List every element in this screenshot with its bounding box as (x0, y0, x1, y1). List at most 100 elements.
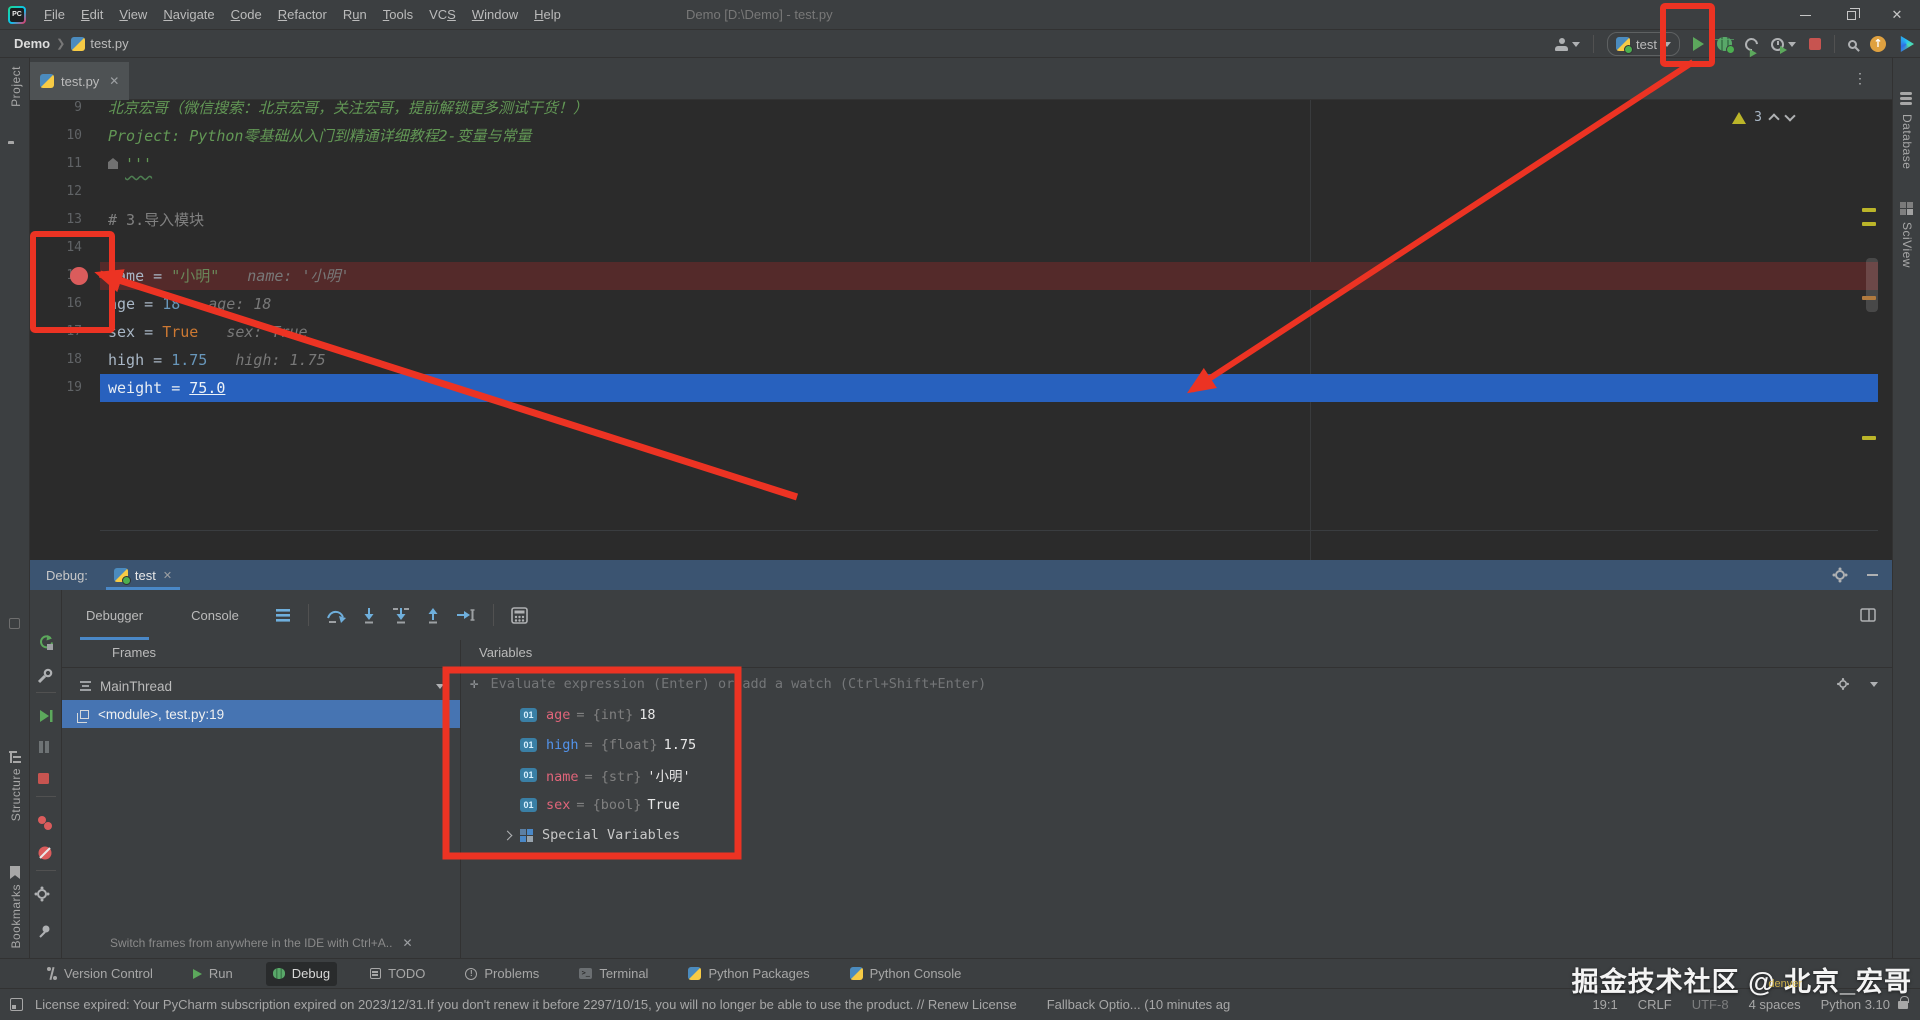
stop-button[interactable] (1809, 38, 1821, 50)
status-widget-python-3-10[interactable]: Python 3.10 (1821, 997, 1890, 1012)
status-widget-utf-8[interactable]: UTF-8 (1692, 997, 1729, 1012)
tab-debugger[interactable]: Debugger (80, 590, 150, 640)
layout-settings-icon[interactable] (275, 608, 291, 622)
evaluate-expression-row[interactable]: ✛ Evaluate expression (Enter) or add a w… (460, 668, 1892, 700)
settings-gear-icon[interactable] (37, 886, 47, 904)
line-number[interactable]: 17 (38, 318, 82, 346)
scrollbar-thumb[interactable] (1866, 258, 1878, 312)
breadcrumb-project[interactable]: Demo (14, 36, 50, 51)
toolwindow-button-debug[interactable]: Debug (265, 961, 338, 986)
toolwindow-button-version-control[interactable]: Version Control (40, 962, 160, 986)
chevron-right-icon[interactable] (502, 830, 512, 840)
tab-options-icon[interactable]: ⋮ (1853, 70, 1868, 87)
add-watch-icon[interactable]: ✛ (470, 676, 478, 692)
code-line-14[interactable]: 14 (30, 234, 1892, 262)
menu-help[interactable]: Help (534, 7, 561, 22)
database-icon[interactable] (1900, 92, 1912, 95)
code-editor[interactable]: 9 北京宏哥（微信搜索：北京宏哥，关注宏哥，提前解锁更多测试干货！） 10 Proje… (30, 100, 1892, 560)
license-message[interactable]: License expired: Your PyCharm subscripti… (35, 997, 1017, 1012)
rerun-button[interactable] (37, 634, 54, 651)
variable-row-special[interactable]: Special Variables (460, 820, 1892, 850)
stripe-project-label[interactable]: Project (9, 66, 23, 107)
pin-icon[interactable] (37, 924, 52, 939)
toolwindow-button-python-packages[interactable]: Python Packages (681, 962, 816, 986)
profile-button[interactable] (1555, 37, 1581, 51)
mute-breakpoints-button[interactable] (37, 845, 53, 861)
chevron-down-icon[interactable] (436, 683, 444, 693)
menu-vcs[interactable]: VCS (429, 7, 456, 22)
promo-icon[interactable] (1900, 36, 1914, 52)
line-number[interactable]: 9 (38, 100, 82, 122)
maximize-button[interactable] (1828, 0, 1874, 30)
code-line-13[interactable]: 13 # 3.导入模块 (30, 206, 1892, 234)
debug-button[interactable] (1715, 37, 1735, 54)
step-over-icon[interactable] (326, 607, 346, 624)
view-breakpoints-button[interactable] (37, 815, 53, 831)
hint-close-icon[interactable]: ✕ (402, 936, 412, 950)
code-line-10[interactable]: 10 Project: Python零基础从入门到精通详细教程2-变量与常量 (30, 122, 1892, 150)
code-line-15[interactable]: 15name = "小明"name: '小明' (30, 262, 1892, 290)
pause-button[interactable] (37, 740, 51, 754)
line-number[interactable]: 13 (38, 206, 82, 234)
step-out-icon[interactable] (424, 607, 442, 624)
run-with-coverage-button[interactable] (1742, 34, 1761, 54)
gear-icon[interactable] (1835, 570, 1845, 580)
run-config-selector[interactable]: test (1607, 32, 1680, 56)
menu-view[interactable]: View (119, 7, 147, 22)
toolwindow-button-problems[interactable]: ! Problems (458, 962, 546, 986)
status-widget-19-1[interactable]: 19:1 (1592, 997, 1617, 1012)
evaluate-expression-icon[interactable] (511, 606, 528, 624)
line-number[interactable]: 14 (38, 234, 82, 262)
debug-session-tab[interactable]: test ✕ (105, 560, 181, 590)
restore-layout-icon[interactable] (1860, 608, 1876, 622)
code-line-18[interactable]: 18 high = 1.75 high: 1.75 (30, 346, 1892, 374)
menu-edit[interactable]: Edit (81, 7, 103, 22)
toolwindow-button-todo[interactable]: TODO (363, 962, 432, 986)
prev-problem-icon[interactable] (1768, 113, 1780, 125)
bookmarks-icon[interactable] (10, 866, 20, 879)
line-number[interactable]: 19 (38, 374, 82, 402)
inspections-widget[interactable]: 3 (1732, 110, 1796, 125)
sciview-icon[interactable] (1900, 202, 1913, 215)
chevron-down-icon[interactable] (1870, 681, 1878, 691)
status-widget-crlf[interactable]: CRLF (1638, 997, 1672, 1012)
code-line-11[interactable]: 11 ''' (30, 150, 1892, 178)
stripe-bookmarks-label[interactable]: Bookmarks (9, 884, 23, 949)
scrollbar-warning-mark[interactable] (1862, 222, 1876, 226)
scrollbar-mark[interactable] (1862, 296, 1876, 300)
line-number[interactable]: 18 (38, 346, 82, 374)
fallback-message[interactable]: Fallback Optio... (10 minutes ag (1047, 997, 1231, 1012)
line-number[interactable]: 12 (38, 178, 82, 206)
profiler-button[interactable] (1771, 37, 1796, 54)
stripe-database-label[interactable]: Database (1900, 114, 1914, 169)
tab-close-icon[interactable]: ✕ (109, 74, 119, 88)
tool-window-switcher-icon[interactable] (10, 998, 23, 1011)
search-everywhere-button[interactable] (1848, 39, 1857, 49)
tab-console[interactable]: Console (185, 590, 245, 640)
code-line-16[interactable]: 16 age = 18 age: 18 (30, 290, 1892, 318)
stripe-misc-icon[interactable] (9, 618, 20, 629)
breakpoint-dot[interactable] (70, 267, 88, 285)
step-into-icon[interactable] (360, 607, 378, 624)
menu-run[interactable]: Run (343, 7, 367, 22)
code-line-9[interactable]: 9 北京宏哥（微信搜索：北京宏哥，关注宏哥，提前解锁更多测试干货！） (30, 100, 1892, 122)
breadcrumb-file[interactable]: test.py (90, 36, 128, 51)
stripe-structure-label[interactable]: Structure (9, 768, 23, 821)
line-number[interactable]: 16 (38, 290, 82, 318)
run-to-cursor-icon[interactable] (456, 607, 476, 624)
variable-row-age[interactable]: 01 age = {int} 18 (460, 700, 1892, 730)
variable-row-name[interactable]: 01 name = {str} '小明' (460, 760, 1892, 790)
tab-close-icon[interactable]: ✕ (163, 569, 172, 582)
scrollbar-warning-mark[interactable] (1862, 208, 1876, 212)
resume-button[interactable] (37, 708, 53, 724)
force-step-into-icon[interactable] (392, 607, 410, 624)
line-number[interactable]: 11 (38, 150, 82, 178)
menu-navigate[interactable]: Navigate (163, 7, 214, 22)
wrench-icon[interactable] (37, 668, 53, 684)
menu-file[interactable]: File (44, 7, 65, 22)
status-widget-4-spaces[interactable]: 4 spaces (1749, 997, 1801, 1012)
structure-icon[interactable] (9, 751, 21, 763)
menu-tools[interactable]: Tools (383, 7, 413, 22)
stripe-sciview-label[interactable]: SciView (1900, 222, 1914, 268)
minimize-button[interactable] (1782, 0, 1828, 30)
